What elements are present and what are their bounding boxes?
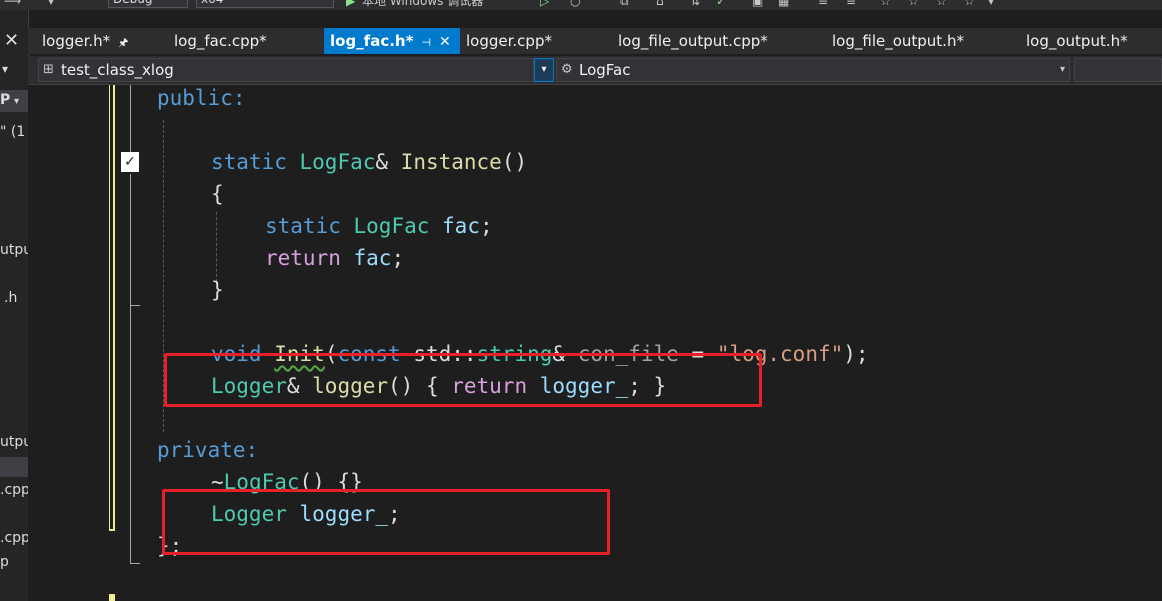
- scope-label: test_class_xlog: [61, 61, 174, 79]
- home-icon[interactable]: ⌂: [656, 0, 664, 8]
- punct: ;: [479, 214, 493, 238]
- punct: ;: [391, 246, 405, 270]
- tab-label: log_output.h*: [1026, 32, 1128, 50]
- sort-icon[interactable]: ⇅: [690, 0, 700, 8]
- punct: {: [211, 182, 224, 206]
- change-tracking-bar-2: [109, 594, 115, 601]
- panel-item-5[interactable]: .cpp: [0, 482, 28, 498]
- type-name: LogFac: [353, 214, 430, 238]
- code-line[interactable]: return fac;: [265, 242, 404, 274]
- editor-gutter: [28, 85, 70, 601]
- solution-explorer-panel: ✕ ▾ P ▾ " (1 utpu .h utpu .cpp .cpp p: [0, 10, 29, 601]
- change-tracking-inner: [110, 85, 113, 529]
- keyword: static: [211, 150, 287, 174]
- pin-icon[interactable]: 🖈: [118, 36, 128, 49]
- code-line[interactable]: static LogFac fac;: [265, 210, 493, 242]
- member-label: LogFac: [579, 61, 631, 79]
- outline-end: [130, 305, 140, 306]
- chevron-down-icon[interactable]: ▾: [1060, 59, 1065, 81]
- tab-log-output-h[interactable]: log_output.h*: [1020, 28, 1134, 54]
- punct: &: [375, 150, 401, 174]
- tab-label: log_fac.cpp*: [174, 32, 267, 50]
- pin-icon[interactable]: ⊣: [421, 36, 431, 49]
- collapse-toggle[interactable]: ✓: [121, 152, 139, 172]
- punct: }: [211, 278, 224, 302]
- tab-log-file-output-h[interactable]: log_file_output.h*: [826, 28, 970, 54]
- outline-end: [130, 563, 140, 564]
- bookmark-prev-icon[interactable]: ☆: [908, 0, 919, 8]
- tab-label: logger.h*: [42, 32, 111, 50]
- function-dropdown[interactable]: [1074, 58, 1162, 82]
- function-name: Instance: [400, 150, 502, 174]
- member-dropdown[interactable]: ⚙ LogFac ▾: [556, 58, 1070, 82]
- panel-item-7[interactable]: p: [0, 554, 9, 570]
- indent-guide: [216, 212, 217, 282]
- tab-label: log_file_output.h*: [832, 32, 964, 50]
- config-select[interactable]: Debug: [108, 0, 188, 8]
- check-icon[interactable]: ✓: [716, 0, 726, 8]
- keyword: static: [265, 214, 341, 238]
- chevron-down-icon[interactable]: ▾: [2, 62, 8, 76]
- punct: (): [501, 150, 528, 174]
- align-icon[interactable]: ≡: [818, 0, 828, 8]
- class-icon: ⊞: [43, 62, 54, 77]
- tab-label: log_fac.h*: [330, 32, 414, 50]
- code-line[interactable]: static LogFac& Instance(): [211, 146, 527, 178]
- keyword: return: [265, 246, 341, 270]
- chevron-down-icon[interactable]: ▾: [48, 0, 54, 8]
- close-icon[interactable]: ✕: [4, 30, 19, 51]
- navigation-bar: ⊞ test_class_xlog ▾ ⚙ LogFac ▾: [28, 56, 1162, 85]
- tab-log-fac-cpp[interactable]: log_fac.cpp*: [168, 28, 273, 54]
- circle-icon[interactable]: ○: [570, 0, 580, 8]
- panel-item-2[interactable]: utpu: [0, 242, 28, 258]
- panel-selection: [0, 457, 28, 477]
- line-number-margin: [70, 85, 110, 601]
- identifier: fac: [353, 246, 392, 270]
- close-icon[interactable]: ✕: [439, 34, 451, 50]
- chevron-down-icon[interactable]: ▾: [534, 58, 554, 82]
- bookmark-next-icon[interactable]: ☆: [936, 0, 947, 8]
- tab-logger-h[interactable]: logger.h* 🖈: [36, 28, 134, 54]
- panel-item-0[interactable]: P: [0, 92, 10, 108]
- keyword: private:: [157, 438, 259, 462]
- window-icon[interactable]: ▣: [752, 0, 763, 8]
- play-icon[interactable]: ▶: [346, 0, 355, 8]
- code-line[interactable]: public:: [157, 82, 246, 114]
- tab-log-file-output-cpp[interactable]: log_file_output.cpp*: [612, 28, 774, 54]
- tab-label: log_file_output.cpp*: [618, 32, 768, 50]
- tab-logger-cpp[interactable]: logger.cpp*: [460, 28, 558, 54]
- panel-item-4[interactable]: utpu: [0, 434, 28, 450]
- type-name: LogFac: [299, 150, 376, 174]
- platform-select[interactable]: x64: [196, 0, 334, 8]
- overflow-icon[interactable]: ▾: [988, 0, 994, 8]
- highlight-box: [164, 353, 762, 407]
- code-line[interactable]: {: [211, 178, 224, 210]
- tab-label: logger.cpp*: [466, 32, 552, 50]
- scope-dropdown[interactable]: ⊞ test_class_xlog: [38, 58, 534, 82]
- grid-icon[interactable]: ▦: [778, 0, 789, 8]
- highlight-box: [162, 489, 610, 555]
- bookmark-icon[interactable]: ☆: [880, 0, 891, 8]
- panel-item-3[interactable]: .h: [4, 290, 17, 306]
- debugger-label[interactable]: 本地 Windows 调试器: [362, 0, 483, 9]
- arrow-icon[interactable]: ⟶: [4, 0, 21, 8]
- keyword: public:: [157, 86, 246, 110]
- align-icon-2[interactable]: ≡: [846, 0, 856, 8]
- bookmark-clear-icon[interactable]: ☆: [964, 0, 975, 8]
- start-no-debug-icon[interactable]: ▷: [540, 0, 549, 8]
- panel-item-6[interactable]: .cpp: [0, 530, 28, 546]
- outline-line: [130, 306, 131, 564]
- identifier: fac: [442, 214, 480, 238]
- browse-icon[interactable]: ⧉: [620, 0, 629, 9]
- chevron-down-icon[interactable]: ▾: [14, 96, 19, 107]
- document-tab-bar: logger.h* 🖈 log_fac.cpp* log_fac.h* ⊣ ✕ log…: [28, 28, 1162, 54]
- code-line[interactable]: private:: [157, 434, 258, 466]
- panel-item-1[interactable]: " (1: [0, 124, 25, 140]
- toolbar: ⟶ ▾ Debug x64 ▶ 本地 Windows 调试器 ▷ ○ ⧉ ⌂ ⇅…: [0, 0, 1162, 10]
- tab-log-fac-h[interactable]: log_fac.h* ⊣ ✕: [324, 28, 460, 54]
- outline-line: [130, 174, 131, 306]
- class-member-icon: ⚙: [561, 62, 573, 77]
- code-line[interactable]: }: [211, 274, 224, 306]
- punct: );: [843, 342, 869, 366]
